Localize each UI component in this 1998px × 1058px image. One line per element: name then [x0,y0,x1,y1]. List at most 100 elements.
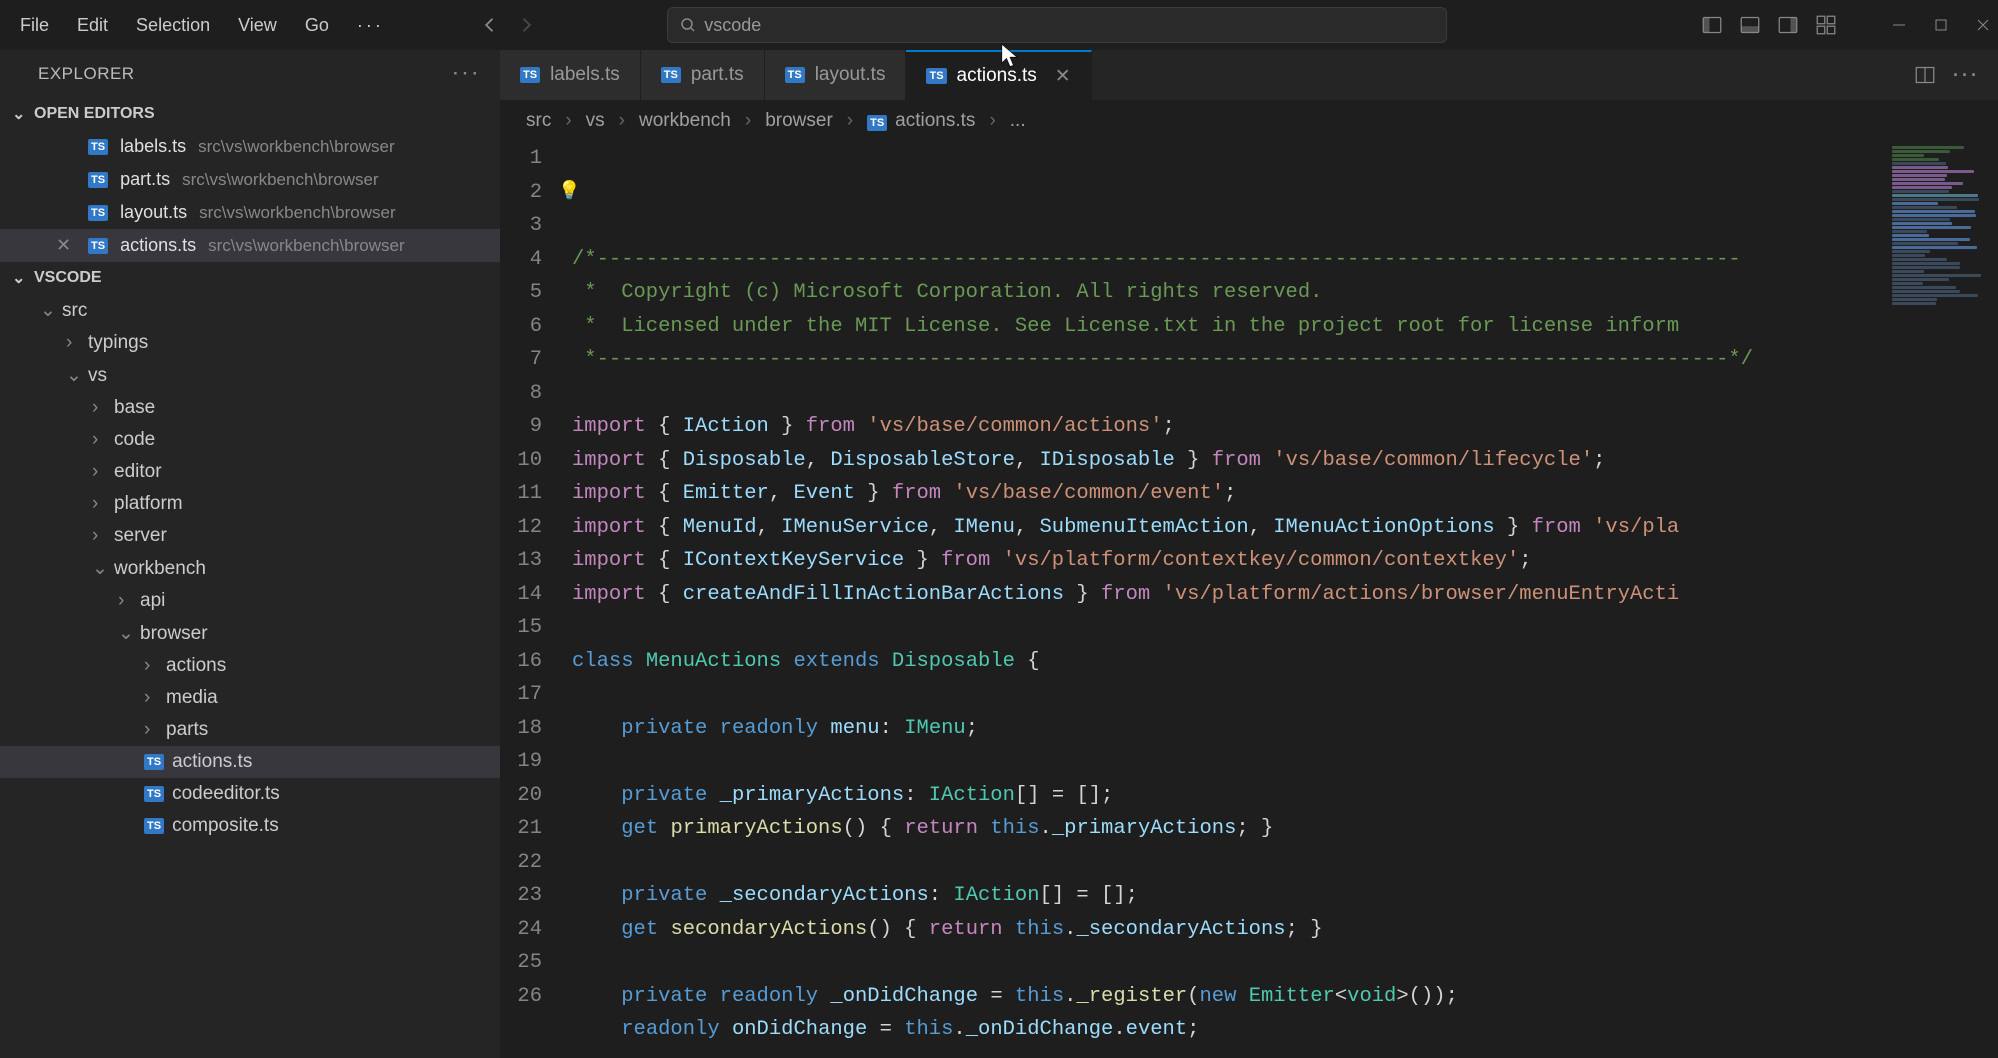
code-line [572,678,1888,712]
folder-item[interactable]: ›typings [0,327,500,359]
tree-item-label: src [62,300,87,322]
code-line: * Copyright (c) Microsoft Corporation. A… [572,276,1888,310]
open-editor-item[interactable]: ✕TSlabels.tssrc\vs\workbench\browser [0,130,500,163]
open-editors-header[interactable]: ⌄ OPEN EDITORS [0,98,500,130]
editor-tab[interactable]: TSactions.ts✕ [906,50,1091,100]
editor-tab[interactable]: TS part.ts [641,50,765,100]
code-line: readonly onDidChange = this._onDidChange… [572,1013,1888,1047]
file-item[interactable]: TScodeeditor.ts [0,778,500,810]
open-editor-item[interactable]: ✕TSactions.tssrc\vs\workbench\browser [0,229,500,262]
typescript-icon: TS [88,238,108,254]
chevron-right-icon: › [118,590,132,612]
menu-view[interactable]: View [226,9,289,42]
breadcrumb-item[interactable]: TSactions.ts [867,110,975,132]
line-gutter: 1234567891011121314151617181920212223242… [500,142,572,1058]
breadcrumb-item[interactable]: src [526,110,551,132]
nav-back-button[interactable] [476,11,504,39]
line-number: 8 [500,377,542,411]
breadcrumb-item[interactable]: ... [1010,110,1026,132]
breadcrumb-item[interactable]: browser [765,110,833,132]
code-line: import { IAction } from 'vs/base/common/… [572,410,1888,444]
file-path: src\vs\workbench\browser [198,137,395,157]
folder-item[interactable]: ›base [0,392,500,424]
open-editor-item[interactable]: ✕TSlayout.tssrc\vs\workbench\browser [0,196,500,229]
line-number: 4 [500,243,542,277]
file-item[interactable]: TSactions.ts [0,746,500,778]
code-line: * Licensed under the MIT License. See Li… [572,310,1888,344]
tree-item-label: composite.ts [172,815,279,837]
close-icon[interactable]: ✕ [1055,65,1071,88]
close-window-button[interactable] [1976,18,1990,32]
menu-selection[interactable]: Selection [124,9,222,42]
folder-item[interactable]: ›parts [0,714,500,746]
code-line [572,611,1888,645]
code-line: get secondaryActions() { return this._se… [572,913,1888,947]
folder-item[interactable]: ›media [0,682,500,714]
file-path: src\vs\workbench\browser [182,170,379,190]
folder-item[interactable]: ›api [0,585,500,617]
menu-overflow[interactable]: ··· [345,9,396,42]
chevron-right-icon: › [66,332,80,354]
editor-tab[interactable]: TSlayout.ts [765,50,907,100]
minimize-button[interactable] [1892,18,1906,32]
folder-item[interactable]: ›editor [0,456,500,488]
chevron-right-icon: › [92,525,106,547]
breadcrumb-item[interactable]: vs [586,110,605,132]
command-center[interactable]: vscode [667,7,1447,43]
more-actions-button[interactable]: ··· [1953,65,1980,86]
typescript-icon: TS [144,818,164,834]
breadcrumbs[interactable]: src›vs›workbench›browser›TSactions.ts›..… [500,100,1998,142]
folder-item[interactable]: ›code [0,424,500,456]
close-icon[interactable]: ✕ [56,235,76,256]
line-number: 14 [500,578,542,612]
folder-item[interactable]: ›server [0,520,500,552]
editor-tab[interactable]: TSlabels.ts [500,50,641,100]
open-editor-item[interactable]: ✕TSpart.tssrc\vs\workbench\browser [0,163,500,196]
typescript-icon: TS [867,115,887,131]
lightbulb-icon[interactable]: 💡 [558,176,580,210]
line-number: 7 [500,343,542,377]
folder-item[interactable]: ⌄workbench [0,552,500,585]
tab-label: part.ts [691,64,744,86]
tree-item-label: actions [166,655,226,677]
folder-item[interactable]: › actions [0,650,500,682]
chevron-down-icon: ⌄ [92,557,106,580]
tree-item-label: base [114,397,155,419]
titlebar: FileEditSelectionViewGo··· vscode [0,0,1998,50]
menu-edit[interactable]: Edit [65,9,120,42]
toggle-primary-sidebar-button[interactable] [1702,15,1722,35]
maximize-button[interactable] [1934,18,1948,32]
customize-layout-button[interactable] [1816,15,1836,35]
menu-file[interactable]: File [8,9,61,42]
line-number: 22 [500,846,542,880]
project-header[interactable]: ⌄ VSCODE [0,262,500,294]
code-line: import { Disposable, DisposableStore, ID… [572,444,1888,478]
sidebar-more-button[interactable]: ··· [453,64,482,84]
typescript-icon: TS [661,67,681,83]
editor-area: TSlabels.tsTSpart.tsTSlayout.tsTSactions… [500,50,1998,1058]
line-number: 25 [500,946,542,980]
nav-forward-button[interactable] [512,11,540,39]
code-content[interactable]: 💡 /*------------------------------------… [572,142,1888,1058]
file-item[interactable]: TS composite.ts [0,810,500,842]
minimap[interactable] [1888,142,1998,1058]
split-editor-button[interactable] [1915,65,1935,85]
breadcrumb-item[interactable]: workbench [639,110,731,132]
line-number: 15 [500,611,542,645]
folder-item[interactable]: ›platform [0,488,500,520]
chevron-right-icon: › [619,110,625,132]
folder-item[interactable]: ⌄browser [0,617,500,650]
code-line: import { Emitter, Event } from 'vs/base/… [572,477,1888,511]
line-number: 12 [500,511,542,545]
menu-go[interactable]: Go [293,9,341,42]
chevron-right-icon: › [144,687,158,709]
toggle-secondary-sidebar-button[interactable] [1778,15,1798,35]
toggle-panel-button[interactable] [1740,15,1760,35]
line-number: 10 [500,444,542,478]
code-line [572,745,1888,779]
chevron-right-icon: › [144,655,158,677]
code-line: class MenuActions extends Disposable { [572,645,1888,679]
tab-label: layout.ts [815,64,886,86]
folder-item[interactable]: ⌄src [0,294,500,327]
folder-item[interactable]: ⌄vs [0,359,500,392]
